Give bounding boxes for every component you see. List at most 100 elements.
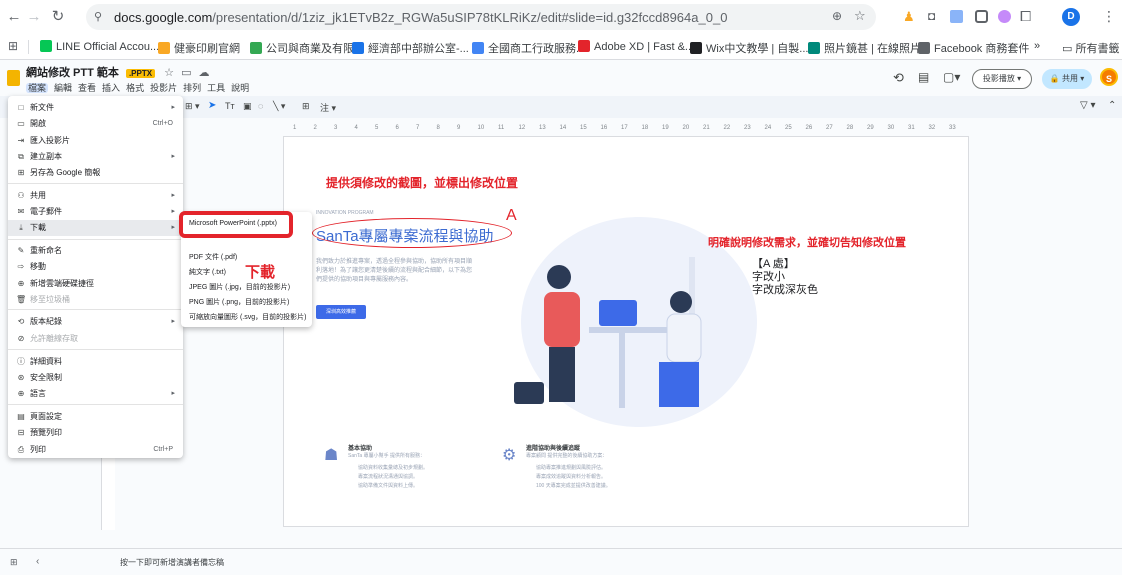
browser-menu-icon[interactable]: ⋮: [1102, 8, 1116, 25]
bookmark-item[interactable]: 公司與商業及有限...: [250, 40, 363, 56]
submenu-arrow-icon: ▸: [171, 208, 175, 215]
menu-4[interactable]: 格式: [126, 83, 144, 93]
bookmark-item[interactable]: Wix中文教學 | 自製...: [690, 40, 808, 56]
extensions-puzzle-icon[interactable]: ⧠: [1020, 8, 1031, 25]
slides-logo-icon[interactable]: [7, 70, 20, 86]
file-menu-item[interactable]: ⟲ 版本紀錄 ▸: [8, 314, 183, 330]
extension-figure-icon[interactable]: ♟: [903, 9, 915, 25]
file-menu-item[interactable]: ⓘ 詳細資料: [8, 354, 183, 370]
meet-icon[interactable]: ▢▾: [943, 70, 960, 84]
file-menu-item[interactable]: ⧉ 建立副本 ▸: [8, 149, 183, 165]
paint-format-icon[interactable]: ▽ ▾: [1080, 100, 1096, 111]
comments-icon[interactable]: ▤: [918, 70, 929, 84]
menu-item-icon: ⊕: [17, 279, 25, 288]
zoom-dropdown[interactable]: ⊞ ▾: [185, 101, 200, 112]
extension-camera-icon[interactable]: ◘: [928, 9, 935, 23]
bookmark-favicon-icon: [472, 42, 484, 54]
ruler-tick-label: 30: [887, 125, 895, 131]
menu-8[interactable]: 說明: [231, 83, 249, 93]
file-menu-item[interactable]: ⊕ 語言 ▸: [8, 386, 183, 402]
support-icon: ☗: [324, 447, 339, 464]
menu-3[interactable]: 插入: [102, 83, 120, 93]
comment-add-icon[interactable]: ⊞: [302, 101, 310, 112]
bookmark-item[interactable]: 經濟部中部辦公室-...: [352, 40, 469, 56]
annotation-marker-a: A: [506, 207, 517, 224]
extension-code-icon[interactable]: [950, 10, 963, 23]
all-bookmarks[interactable]: ▭ 所有書籤: [1062, 40, 1119, 56]
forward-arrow-icon[interactable]: →: [26, 9, 42, 25]
apps-grid-icon[interactable]: ⊞: [8, 39, 18, 53]
bookmark-item[interactable]: 全國商工行政服務...: [472, 40, 585, 56]
star-icon[interactable]: ☆: [164, 67, 174, 79]
reload-icon[interactable]: ↻: [50, 9, 66, 25]
file-menu-item[interactable]: ⊛ 安全限制: [8, 370, 183, 386]
download-format-option[interactable]: 可縮放向量圖形 (.svg，目前的投影片): [181, 310, 312, 326]
file-menu-item[interactable]: ⤓ 下載 ▸: [8, 220, 183, 236]
menu-item-icon: ⊘: [17, 334, 25, 343]
menu-7[interactable]: 工具: [207, 83, 225, 93]
bookmark-item[interactable]: 照片鏡甚 | 在線照片...: [808, 40, 930, 56]
move-folder-icon[interactable]: ▭: [181, 67, 191, 79]
menu-5[interactable]: 投影片: [150, 83, 177, 93]
file-menu-item[interactable]: ⊟ 預覽列印: [8, 425, 183, 441]
zoom-icon[interactable]: ⊕: [832, 9, 842, 23]
file-menu-item[interactable]: 🗑 移至垃圾桶: [8, 292, 183, 308]
file-menu-item[interactable]: ▭ 開啟 Ctrl+O: [8, 116, 183, 132]
omnibox[interactable]: ⚲ docs.google.com/presentation/d/1ziz_jk…: [86, 4, 876, 30]
line-tool-icon[interactable]: ╲ ▾: [273, 101, 285, 112]
extension-window-icon[interactable]: [975, 10, 988, 23]
image-icon[interactable]: ▣: [243, 101, 252, 112]
select-tool-icon[interactable]: ➤: [208, 100, 216, 111]
menu-separator: [8, 404, 183, 405]
share-button[interactable]: 🔒 共用 ▾: [1042, 69, 1092, 89]
collapse-toolbar-icon[interactable]: ⌃: [1108, 100, 1116, 111]
ruler-tick-label: 10: [477, 125, 485, 131]
account-avatar[interactable]: S: [1100, 68, 1118, 86]
bookmark-item[interactable]: 健豪印刷官網: [158, 40, 240, 56]
back-arrow-icon[interactable]: ←: [6, 9, 22, 25]
ruler-tick-label: 4: [354, 125, 358, 131]
submenu-arrow-icon: ▸: [171, 104, 175, 111]
file-menu-item[interactable]: ⇨ 移動: [8, 259, 183, 275]
bookmark-star-icon[interactable]: ☆: [854, 8, 866, 24]
file-menu-item[interactable]: ⚇ 共用 ▸: [8, 188, 183, 204]
history-icon[interactable]: ⟲: [893, 70, 904, 86]
bookmarks-overflow[interactable]: »: [1034, 40, 1040, 52]
file-menu-item[interactable]: ⊕ 新增雲端硬碟捷徑: [8, 276, 183, 292]
bookmark-label: 健豪印刷官網: [174, 43, 240, 55]
bookmark-item[interactable]: LINE Official Accou...: [40, 40, 159, 53]
shape-icon[interactable]: ◌: [258, 101, 263, 111]
url-text[interactable]: docs.google.com/presentation/d/1ziz_jk1E…: [114, 10, 727, 25]
slideshow-button[interactable]: 投影播放 ▾: [972, 69, 1032, 89]
slide-canvas[interactable]: ☗ 基本協助 SanTa 專屬小幫手 提供所有服務： 協助資料收集彙總及初步規劃…: [283, 136, 969, 527]
bookmark-item[interactable]: Facebook 商務套件: [918, 40, 1029, 56]
site-info-icon[interactable]: ⚲: [94, 10, 102, 23]
file-menu-item[interactable]: ✎ 重新命名: [8, 243, 183, 259]
bookmark-favicon-icon: [158, 42, 170, 54]
bookmark-item[interactable]: Adobe XD | Fast &...: [578, 40, 694, 53]
collapse-filmstrip-icon[interactable]: ‹: [36, 556, 39, 567]
speaker-notes-placeholder[interactable]: 按一下即可新增演講者備忘稿: [120, 557, 224, 568]
file-menu-item[interactable]: ✉ 電子郵件 ▸: [8, 204, 183, 220]
document-title[interactable]: 網站修改 PTT 範本: [26, 67, 119, 79]
notes-icon[interactable]: 注 ▾: [320, 101, 336, 114]
file-menu-item[interactable]: ⇥ 匯入投影片: [8, 133, 183, 149]
file-menu-item[interactable]: ⊞ 另存為 Google 簡報: [8, 165, 183, 181]
file-menu-item[interactable]: ⊘ 允許離線存取: [8, 331, 183, 347]
speaker-notes-bar[interactable]: ⊞ ‹ 按一下即可新增演講者備忘稿: [0, 548, 1122, 575]
download-format-option[interactable]: JPEG 圖片 (.jpg，目前的投影片): [181, 280, 312, 296]
menu-2[interactable]: 查看: [78, 83, 96, 93]
profile-avatar[interactable]: D: [1062, 8, 1080, 26]
menu-item-shortcut: Ctrl+P: [153, 446, 173, 453]
slideshow-label: 投影播放: [982, 74, 1015, 83]
file-menu-item[interactable]: ▤ 頁面設定: [8, 409, 183, 425]
menu-1[interactable]: 編輯: [54, 83, 72, 93]
menu-0[interactable]: 檔案: [26, 83, 49, 93]
download-format-option[interactable]: PNG 圖片 (.png，目前的投影片): [181, 295, 312, 311]
file-menu-item[interactable]: ⎙ 列印 Ctrl+P: [8, 442, 183, 458]
grid-view-icon[interactable]: ⊞: [10, 557, 18, 568]
file-menu-item[interactable]: □ 新文件 ▸: [8, 100, 183, 116]
text-box-icon[interactable]: Tт: [225, 101, 235, 111]
extension-purple-icon[interactable]: [998, 10, 1011, 23]
menu-6[interactable]: 排列: [183, 83, 201, 93]
